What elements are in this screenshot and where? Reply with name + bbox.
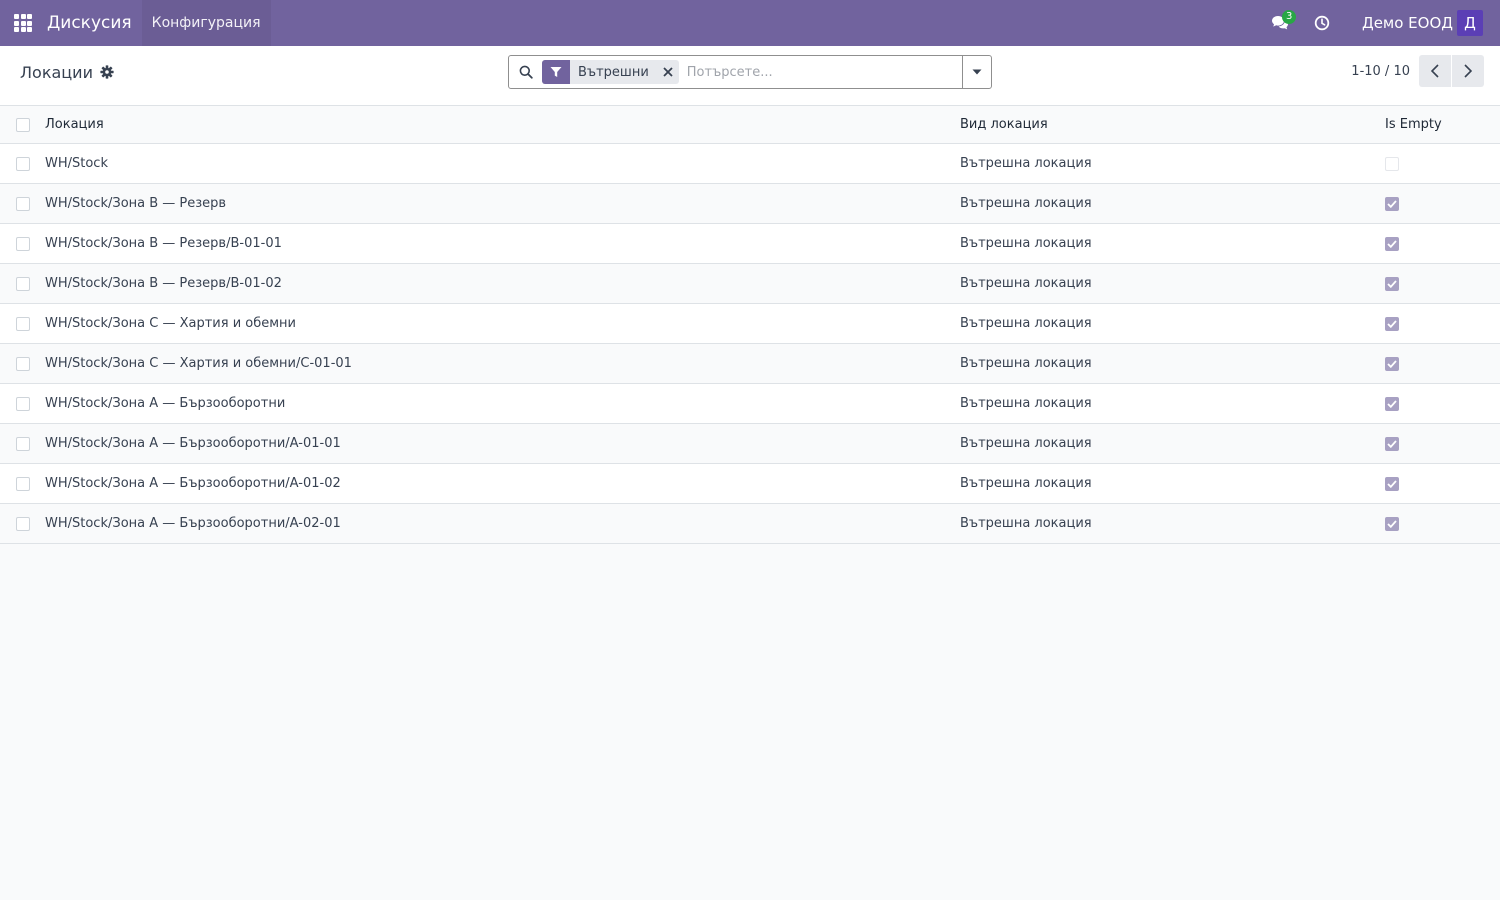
location-name-cell: WH/Stock xyxy=(45,156,108,171)
table-row[interactable]: WH/Stock/Зона A — Бързооборотни Вътрешна … xyxy=(0,384,1500,424)
row-select-checkbox[interactable] xyxy=(16,396,30,411)
table-row[interactable]: WH/Stock/Зона C — Хартия и обемни Вътрешн… xyxy=(0,304,1500,344)
location-name-cell: WH/Stock/Зона B — Резерв xyxy=(45,196,227,211)
table-row[interactable]: WH/Stock/Зона A — Бързооборотни/A-01-02 В… xyxy=(0,464,1500,504)
user-avatar[interactable]: Д xyxy=(1457,10,1483,36)
location-type-cell: Вътрешна локация xyxy=(960,276,1092,291)
row-select-checkbox[interactable] xyxy=(16,476,30,491)
is-empty-checkbox xyxy=(1385,196,1399,211)
messaging-button[interactable]: 3 xyxy=(1259,0,1301,46)
is-empty-checkbox xyxy=(1385,236,1399,251)
location-type-cell: Вътрешна локация xyxy=(960,436,1092,451)
navbar-systray: 3 Демо ЕООД Д xyxy=(1259,0,1500,46)
is-empty-checkbox xyxy=(1385,516,1399,531)
location-name-cell: WH/Stock/Зона B — Резерв/B-01-01 xyxy=(45,236,282,251)
chevron-right-icon xyxy=(1464,64,1472,78)
search-facet: Вътрешни xyxy=(542,60,679,84)
row-select-checkbox[interactable] xyxy=(16,236,30,251)
pager-next-button[interactable] xyxy=(1452,55,1484,87)
grid-icon xyxy=(14,14,32,32)
row-select-checkbox[interactable] xyxy=(16,276,30,291)
control-panel: Локации Вътрешни Потърсете... 1-10 / 10 xyxy=(0,46,1500,106)
row-select-checkbox[interactable] xyxy=(16,156,30,171)
location-type-cell: Вътрешна локация xyxy=(960,236,1092,251)
table-row[interactable]: WH/Stock/Зона B — Резерв/B-01-02 Вътрешна… xyxy=(0,264,1500,304)
checkmark-icon xyxy=(1387,279,1397,288)
is-empty-checkbox xyxy=(1385,436,1399,451)
location-name-cell: WH/Stock/Зона C — Хартия и обемни xyxy=(45,316,296,331)
is-empty-checkbox xyxy=(1385,356,1399,371)
pager: 1-10 / 10 xyxy=(1351,55,1484,87)
checkmark-icon xyxy=(1387,479,1397,488)
table-row[interactable]: WH/Stock Вътрешна локация xyxy=(0,144,1500,184)
location-name-cell: WH/Stock/Зона A — Бързооборотни/A-01-02 xyxy=(45,476,341,491)
is-empty-checkbox xyxy=(1385,316,1399,331)
location-type-cell: Вътрешна локация xyxy=(960,356,1092,371)
column-header-location[interactable]: Локация xyxy=(45,117,960,132)
location-name-cell: WH/Stock/Зона A — Бързооборотни/A-01-01 xyxy=(45,436,341,451)
page-title-block: Локации xyxy=(20,46,114,98)
activities-button[interactable] xyxy=(1301,0,1343,46)
close-icon[interactable] xyxy=(657,67,679,77)
row-select-checkbox[interactable] xyxy=(16,516,30,531)
table-row[interactable]: WH/Stock/Зона B — Резерв/B-01-01 Вътрешна… xyxy=(0,224,1500,264)
location-type-cell: Вътрешна локация xyxy=(960,396,1092,411)
checkmark-icon xyxy=(1387,399,1397,408)
location-name-cell: WH/Stock/Зона A — Бързооборотни xyxy=(45,396,286,411)
checkmark-icon xyxy=(1387,239,1397,248)
location-type-cell: Вътрешна локация xyxy=(960,516,1092,531)
caret-down-icon xyxy=(972,69,982,75)
apps-menu-button[interactable] xyxy=(0,0,46,46)
search-bar: Вътрешни xyxy=(508,55,992,89)
table-row[interactable]: WH/Stock/Зона A — Бързооборотни/A-02-01 В… xyxy=(0,504,1500,544)
is-empty-checkbox xyxy=(1385,396,1399,411)
chevron-left-icon xyxy=(1431,64,1439,78)
location-name-cell: WH/Stock/Зона A — Бързооборотни/A-02-01 xyxy=(45,516,341,531)
location-type-cell: Вътрешна локация xyxy=(960,476,1092,491)
checkmark-icon xyxy=(1387,359,1397,368)
search-icon[interactable] xyxy=(509,65,542,79)
locations-table: Локация Вид локация Is Empty WH/Stock Вът… xyxy=(0,106,1500,544)
gear-icon[interactable] xyxy=(100,65,114,79)
checkmark-icon xyxy=(1387,199,1397,208)
column-header-is-empty[interactable]: Is Empty xyxy=(1385,117,1500,132)
menu-configuration[interactable]: Конфигурация xyxy=(141,0,271,46)
table-body: WH/Stock Вътрешна локация WH/Stock/Зона B … xyxy=(0,144,1500,544)
filter-icon xyxy=(542,60,570,84)
location-name-cell: WH/Stock/Зона C — Хартия и обемни/C-01-0… xyxy=(45,356,352,371)
location-type-cell: Вътрешна локация xyxy=(960,156,1092,171)
location-name-cell: WH/Stock/Зона B — Резерв/B-01-02 xyxy=(45,276,282,291)
column-header-location-type[interactable]: Вид локация xyxy=(960,117,1385,132)
select-all-checkbox[interactable] xyxy=(16,117,30,132)
app-brand[interactable]: Дискусия xyxy=(47,13,132,33)
pager-previous-button[interactable] xyxy=(1419,55,1451,87)
company-switcher[interactable]: Демо ЕООД xyxy=(1362,14,1453,32)
pager-value[interactable]: 1-10 / 10 xyxy=(1351,64,1410,79)
location-type-cell: Вътрешна локация xyxy=(960,316,1092,331)
clock-icon xyxy=(1314,15,1330,31)
checkmark-icon xyxy=(1387,519,1397,528)
is-empty-checkbox xyxy=(1385,156,1399,171)
is-empty-checkbox xyxy=(1385,476,1399,491)
page-title: Локации xyxy=(20,62,93,82)
search-input[interactable] xyxy=(686,64,967,80)
top-navbar: Дискусия Конфигурация 3 Демо ЕООД Д xyxy=(0,0,1500,46)
row-select-checkbox[interactable] xyxy=(16,356,30,371)
row-select-checkbox[interactable] xyxy=(16,436,30,451)
checkmark-icon xyxy=(1387,319,1397,328)
row-select-checkbox[interactable] xyxy=(16,196,30,211)
location-type-cell: Вътрешна локация xyxy=(960,196,1092,211)
facet-label: Вътрешни xyxy=(578,64,649,80)
checkmark-icon xyxy=(1387,439,1397,448)
chat-count-badge: 3 xyxy=(1281,10,1297,24)
is-empty-checkbox xyxy=(1385,276,1399,291)
table-row[interactable]: WH/Stock/Зона A — Бързооборотни/A-01-01 В… xyxy=(0,424,1500,464)
search-options-toggle[interactable] xyxy=(962,56,991,88)
table-row[interactable]: WH/Stock/Зона C — Хартия и обемни/C-01-0… xyxy=(0,344,1500,384)
table-header: Локация Вид локация Is Empty xyxy=(0,106,1500,144)
row-select-checkbox[interactable] xyxy=(16,316,30,331)
table-row[interactable]: WH/Stock/Зона B — Резерв Вътрешна локация xyxy=(0,184,1500,224)
